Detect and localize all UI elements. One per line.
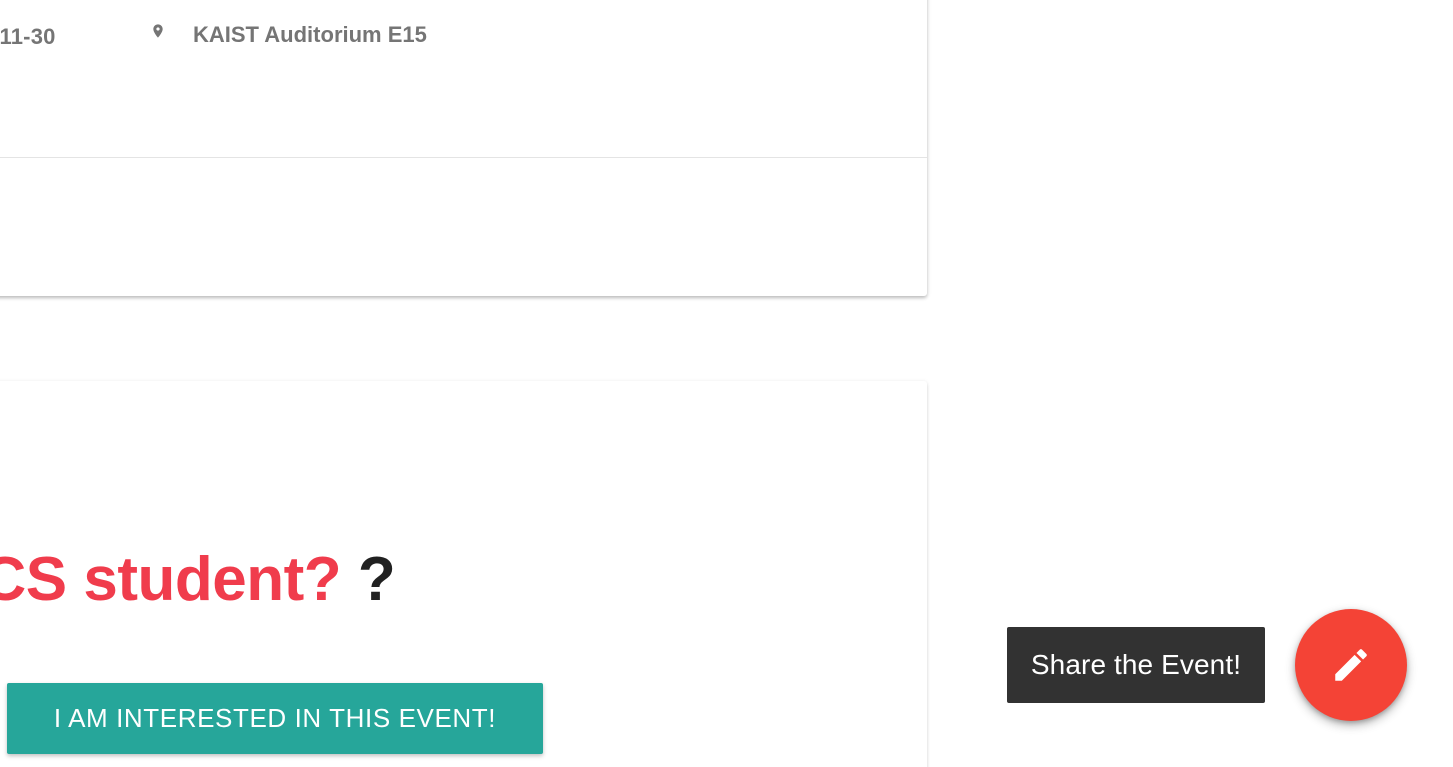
event-location: KAIST Auditorium E15 <box>150 22 427 48</box>
event-date: -11-30 <box>0 24 56 49</box>
event-info-card: -11-30 KAIST Auditorium E15 <box>0 0 927 296</box>
card-divider <box>0 157 927 158</box>
interest-card: ou CS student? ? I AM INTERESTED IN THIS… <box>0 381 927 767</box>
share-event-fab[interactable] <box>1295 609 1407 721</box>
question-suffix: ? <box>357 545 396 614</box>
question-highlight: CS student? <box>0 545 342 614</box>
question-heading: ou CS student? ? <box>0 544 396 616</box>
page: -11-30 KAIST Auditorium E15 ou CS studen… <box>0 0 1453 767</box>
event-location-label: KAIST Auditorium E15 <box>193 22 427 47</box>
interested-button[interactable]: I AM INTERESTED IN THIS EVENT! <box>7 683 543 754</box>
pencil-icon <box>1335 649 1367 681</box>
share-tooltip: Share the Event! <box>1007 627 1265 703</box>
map-pin-icon <box>153 24 163 38</box>
